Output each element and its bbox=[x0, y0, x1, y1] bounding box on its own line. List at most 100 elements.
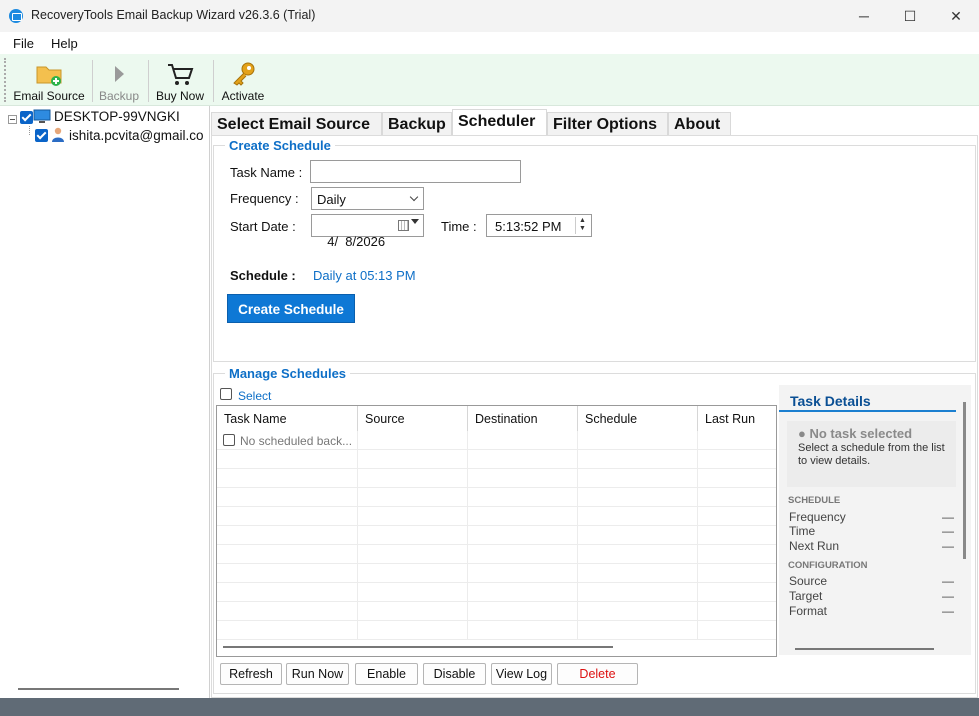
enable-button[interactable]: Enable bbox=[355, 663, 418, 685]
view-log-button[interactable]: View Log bbox=[491, 663, 552, 685]
folder-tree bbox=[0, 106, 210, 698]
task-details-panel: Task Details ● No task selected Select a… bbox=[779, 385, 971, 655]
select-all-checkbox[interactable] bbox=[220, 388, 232, 400]
chevron-down-icon bbox=[409, 192, 419, 202]
details-vertical-scrollbar[interactable] bbox=[963, 402, 966, 559]
delete-button[interactable]: Delete bbox=[557, 663, 638, 685]
menu-file[interactable]: File bbox=[13, 36, 34, 51]
toolbar-grip bbox=[4, 58, 7, 102]
account-checkbox[interactable] bbox=[35, 129, 48, 142]
create-schedule-title: Create Schedule bbox=[225, 138, 335, 153]
detail-format: Format — bbox=[789, 604, 954, 618]
title-bar: RecoveryTools Email Backup Wizard v26.3.… bbox=[0, 0, 979, 32]
toolbar: Email Source Backup Buy Now Activate bbox=[0, 54, 979, 106]
time-picker[interactable]: 5:13:52 PM ▲ ▼ bbox=[486, 214, 592, 237]
empty-grid-text: No scheduled back... bbox=[240, 434, 353, 448]
tree-collapse-toggle[interactable] bbox=[8, 115, 17, 124]
start-date-picker[interactable]: 4/ 8/2026 bbox=[311, 214, 424, 249]
table-row[interactable]: No scheduled back... bbox=[217, 431, 776, 450]
task-name-label: Task Name : bbox=[230, 165, 303, 180]
time-value: 5:13:52 PM bbox=[495, 219, 562, 234]
tree-item-computer[interactable]: DESKTOP-99VNGKI bbox=[54, 109, 180, 124]
user-icon bbox=[52, 127, 64, 142]
frequency-select[interactable]: Daily bbox=[311, 187, 424, 210]
column-destination[interactable]: Destination bbox=[468, 406, 578, 432]
tab-scheduler[interactable]: Scheduler bbox=[452, 109, 547, 136]
menu-help[interactable]: Help bbox=[51, 36, 78, 51]
time-spinner[interactable]: ▲ ▼ bbox=[575, 217, 589, 234]
activate-label: Activate bbox=[221, 89, 265, 103]
tree-item-account[interactable]: ishita.pcvita@gmail.co bbox=[69, 128, 204, 143]
grid-horizontal-scrollbar[interactable] bbox=[223, 646, 613, 648]
configuration-section-heading: CONFIGURATION bbox=[788, 560, 868, 571]
tree-horizontal-scrollbar[interactable] bbox=[18, 688, 179, 690]
no-task-text: Select a schedule from the list to view … bbox=[798, 442, 945, 467]
refresh-button[interactable]: Refresh bbox=[220, 663, 282, 685]
tab-about[interactable]: About bbox=[668, 112, 731, 136]
tab-filter-options[interactable]: Filter Options bbox=[547, 112, 668, 136]
toolbar-separator bbox=[92, 60, 93, 102]
table-row bbox=[217, 564, 776, 583]
computer-checkbox[interactable] bbox=[20, 111, 33, 124]
start-date-label: Start Date : bbox=[230, 219, 296, 234]
table-row bbox=[217, 602, 776, 621]
backup-label: Backup bbox=[98, 89, 140, 103]
schedule-summary: Daily at 05:13 PM bbox=[313, 268, 416, 283]
create-schedule-button[interactable]: Create Schedule bbox=[227, 294, 355, 323]
tree-connector bbox=[29, 126, 30, 135]
task-name-input[interactable] bbox=[310, 160, 521, 183]
window-title: RecoveryTools Email Backup Wizard v26.3.… bbox=[31, 8, 316, 22]
minimize-button[interactable]: ─ bbox=[841, 0, 887, 32]
buy-now-button[interactable]: Buy Now bbox=[153, 56, 207, 104]
close-button[interactable]: ✕ bbox=[933, 0, 979, 32]
detail-time: Time — bbox=[789, 524, 954, 538]
tab-backup[interactable]: Backup bbox=[382, 112, 452, 136]
app-icon bbox=[9, 9, 23, 23]
tab-select-email-source[interactable]: Select Email Source bbox=[211, 112, 382, 136]
computer-icon bbox=[33, 109, 51, 123]
key-icon bbox=[233, 62, 255, 86]
column-source[interactable]: Source bbox=[358, 406, 468, 432]
table-row bbox=[217, 488, 776, 507]
table-row bbox=[217, 526, 776, 545]
time-label: Time : bbox=[441, 219, 477, 234]
table-row bbox=[217, 450, 776, 469]
schedule-section-heading: SCHEDULE bbox=[788, 495, 841, 506]
buy-now-label: Buy Now bbox=[155, 89, 205, 103]
table-row bbox=[217, 621, 776, 640]
toolbar-separator bbox=[213, 60, 214, 102]
detail-source: Source — bbox=[789, 574, 954, 588]
no-task-heading: ● No task selected bbox=[798, 426, 913, 441]
details-horizontal-scrollbar[interactable] bbox=[795, 648, 934, 650]
menu-bar: File Help bbox=[0, 32, 979, 54]
table-row bbox=[217, 507, 776, 526]
maximize-button[interactable]: ☐ bbox=[887, 0, 933, 32]
folder-add-icon bbox=[36, 66, 62, 86]
detail-target: Target — bbox=[789, 589, 954, 603]
column-task-name[interactable]: Task Name bbox=[217, 406, 358, 432]
calendar-icon bbox=[398, 220, 409, 231]
activate-button[interactable]: Activate bbox=[218, 56, 268, 104]
task-details-title: Task Details bbox=[779, 393, 956, 412]
table-row bbox=[217, 545, 776, 564]
column-last-run[interactable]: Last Run bbox=[698, 406, 776, 432]
frequency-label: Frequency : bbox=[230, 191, 299, 206]
frequency-value: Daily bbox=[317, 192, 346, 207]
dropdown-arrow-icon bbox=[411, 219, 419, 228]
backup-button[interactable]: Backup bbox=[96, 56, 142, 104]
email-source-label: Email Source bbox=[13, 89, 85, 103]
status-bar bbox=[0, 698, 979, 716]
disable-button[interactable]: Disable bbox=[423, 663, 486, 685]
column-schedule[interactable]: Schedule bbox=[578, 406, 698, 432]
table-row bbox=[217, 469, 776, 488]
play-icon bbox=[115, 66, 124, 82]
schedules-grid: Task Name Source Destination Schedule La… bbox=[216, 405, 777, 657]
no-task-box: ● No task selected Select a schedule fro… bbox=[787, 421, 956, 487]
row-checkbox[interactable] bbox=[223, 434, 235, 446]
detail-frequency: Frequency — bbox=[789, 510, 954, 524]
select-all-label[interactable]: Select bbox=[238, 389, 271, 403]
cart-icon bbox=[168, 64, 194, 85]
schedule-label: Schedule : bbox=[230, 268, 296, 283]
email-source-button[interactable]: Email Source bbox=[12, 56, 86, 104]
run-now-button[interactable]: Run Now bbox=[286, 663, 349, 685]
